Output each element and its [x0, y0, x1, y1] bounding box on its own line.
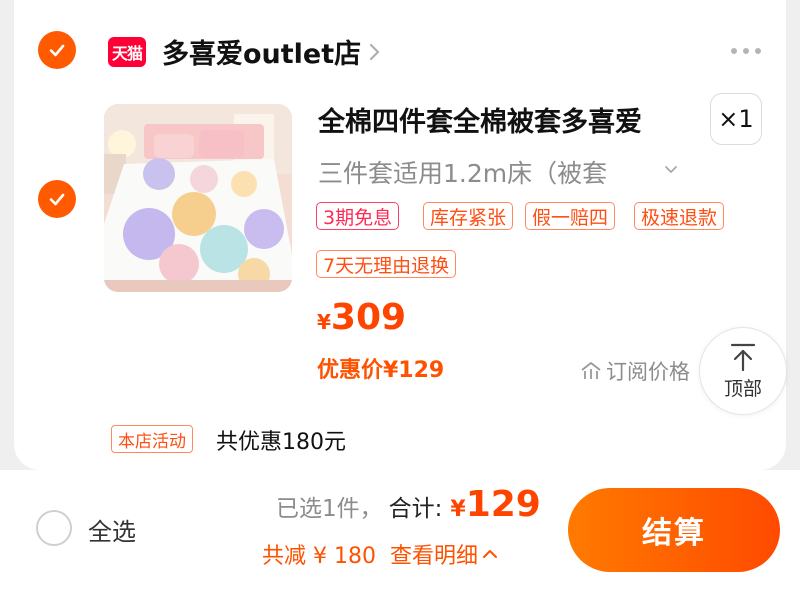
- store-activity-tag: 本店活动: [111, 425, 193, 453]
- more-options-icon[interactable]: [728, 46, 764, 56]
- item-select-checkbox[interactable]: [38, 180, 76, 218]
- sku-selector[interactable]: 三件套适用1.2m床（被套: [318, 154, 607, 190]
- service-tag: 3期免息: [316, 202, 400, 230]
- subscribe-price-label: 订阅价格: [606, 360, 690, 384]
- checkmark-icon: [49, 44, 65, 57]
- price-watch-icon: [581, 362, 601, 379]
- back-to-top-label: 顶部: [723, 377, 762, 400]
- total-currency: ¥: [450, 497, 466, 522]
- checkout-button[interactable]: 结算: [568, 488, 780, 572]
- quantity-stepper[interactable]: ×1: [710, 93, 762, 145]
- select-all-label[interactable]: 全选: [88, 512, 136, 547]
- cart-store-card: 天猫 多喜爱outlet店 全棉四件套全棉被套多喜爱 ×1 三件套适用1.2m床…: [14, 0, 787, 470]
- product-title[interactable]: 全棉四件套全棉被套多喜爱: [318, 100, 642, 139]
- price-value: 309: [330, 297, 407, 338]
- select-all-checkbox[interactable]: [36, 510, 72, 546]
- discount-summary[interactable]: 共减 ¥ 180 查看明细: [262, 538, 498, 570]
- chevron-up-icon[interactable]: [482, 548, 498, 560]
- service-tag: 7天无理由退换: [316, 250, 457, 278]
- checkmark-icon: [49, 193, 65, 206]
- selected-count: 已选1件，: [276, 496, 383, 522]
- arrow-up-icon: [730, 343, 756, 371]
- price-currency: ¥: [317, 310, 331, 334]
- promo-price: 优惠价¥129: [317, 358, 445, 383]
- store-select-checkbox[interactable]: [38, 31, 76, 69]
- back-to-top-button[interactable]: 顶部: [699, 327, 787, 415]
- total-label: 合计:: [388, 496, 443, 522]
- subscribe-price-link[interactable]: 订阅价格: [580, 356, 700, 386]
- product-image[interactable]: [104, 104, 292, 292]
- tmall-logo: 天猫: [108, 37, 146, 67]
- chevron-down-icon[interactable]: [664, 165, 678, 175]
- checkout-bar: 全选 已选1件， 合计: ¥ 129 共减 ¥ 180 查看明细 结算: [0, 470, 800, 598]
- order-summary: 已选1件， 合计: ¥ 129: [276, 484, 541, 525]
- store-activity-text[interactable]: 共优惠180元: [216, 424, 346, 456]
- service-tag: 库存紧张: [423, 202, 514, 230]
- discount-amount: 共减 ¥ 180: [262, 544, 376, 569]
- view-detail-link[interactable]: 查看明细: [390, 538, 478, 570]
- service-tag: 极速退款: [634, 202, 725, 230]
- chevron-right-icon[interactable]: [368, 42, 382, 62]
- product-price: ¥309: [317, 297, 406, 338]
- store-name-link[interactable]: 多喜爱outlet店: [162, 32, 361, 71]
- total-amount: 129: [465, 484, 541, 525]
- service-tag: 假一赔四: [525, 202, 616, 230]
